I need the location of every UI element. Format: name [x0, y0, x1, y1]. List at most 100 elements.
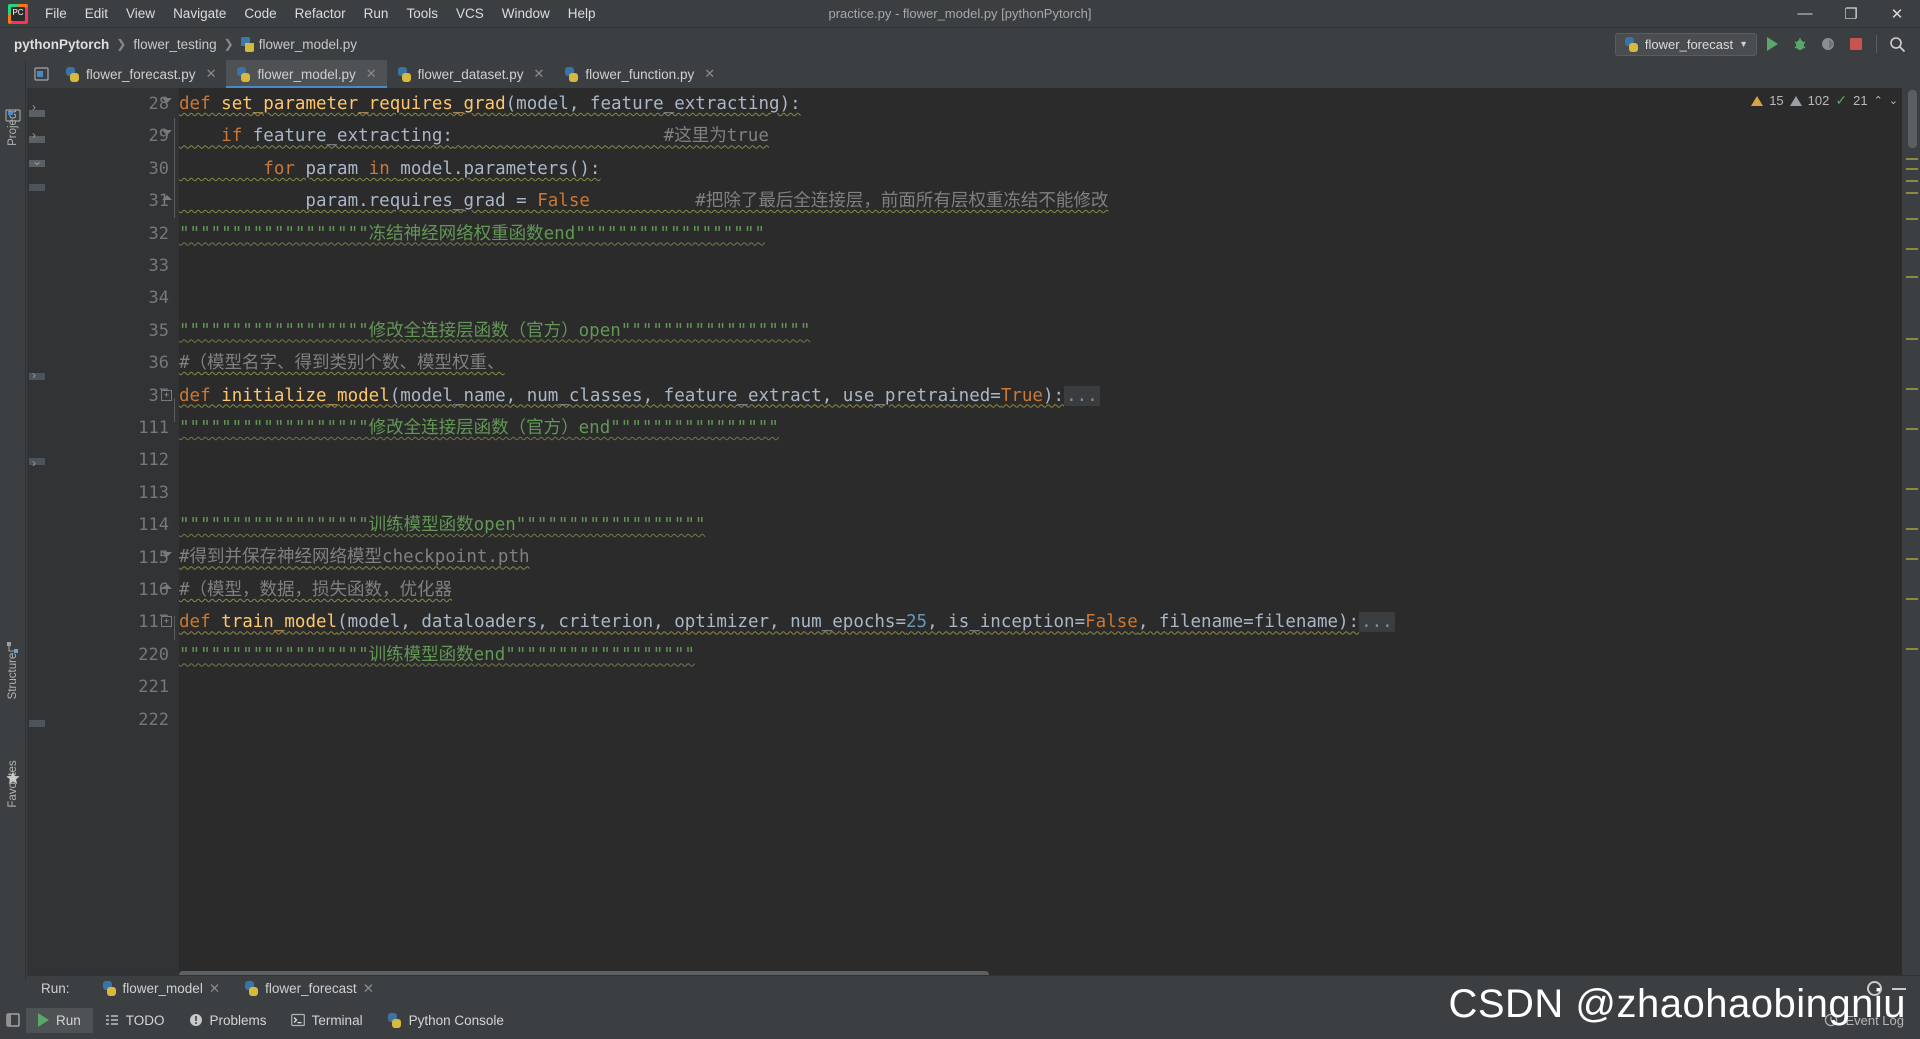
- python-icon: [236, 66, 251, 82]
- warning-marker[interactable]: [1906, 528, 1918, 530]
- editor-tab-flower-model[interactable]: flower_model.py ✕: [226, 60, 387, 88]
- code-editor[interactable]: › › ⌄ › › 28 29 30 31 32 33 34 35 36 37 +111 112 113…: [27, 88, 1920, 981]
- debug-button[interactable]: [1787, 31, 1813, 57]
- layout-toggle-button[interactable]: [0, 1012, 26, 1028]
- breadcrumb-folder[interactable]: flower_testing: [133, 37, 216, 52]
- warning-marker[interactable]: [1906, 218, 1918, 220]
- menu-item-view[interactable]: View: [117, 3, 164, 24]
- stop-button[interactable]: [1843, 31, 1869, 57]
- warning-marker[interactable]: [1906, 388, 1918, 390]
- chevron-right-icon[interactable]: ›: [32, 100, 36, 114]
- chevron-right-icon[interactable]: ›: [32, 128, 36, 142]
- menu-item-file[interactable]: File: [36, 3, 76, 24]
- warning-marker[interactable]: [1906, 338, 1918, 340]
- chevron-down-icon[interactable]: ⌄: [32, 154, 42, 168]
- status-button-terminal[interactable]: Terminal: [279, 1008, 375, 1033]
- editor-tab-close-icon[interactable]: ✕: [533, 66, 544, 82]
- editor-marker-bar[interactable]: [1902, 88, 1920, 981]
- run-tab-close-icon[interactable]: ✕: [209, 981, 220, 997]
- line-number: 113: [138, 482, 169, 503]
- warning-marker[interactable]: [1906, 158, 1918, 160]
- code-fold-marker[interactable]: +: [161, 616, 174, 629]
- editor-tab-close-icon[interactable]: ✕: [366, 66, 377, 82]
- chevron-right-icon[interactable]: ›: [32, 368, 36, 382]
- menu-item-edit[interactable]: Edit: [76, 3, 117, 24]
- warning-marker[interactable]: [1906, 168, 1918, 170]
- editor-tab-close-icon[interactable]: ✕: [704, 66, 715, 82]
- run-icon: [1766, 37, 1778, 51]
- menu-item-tools[interactable]: Tools: [397, 3, 447, 24]
- warning-marker[interactable]: [1906, 488, 1918, 490]
- line-number: 36: [148, 353, 169, 374]
- check-icon: ✓: [1835, 92, 1848, 108]
- menu-item-run[interactable]: Run: [355, 3, 398, 24]
- warning-marker[interactable]: [1906, 648, 1918, 650]
- toolbar-divider: [1876, 35, 1877, 53]
- stop-icon: [1850, 38, 1862, 50]
- run-button[interactable]: [1759, 31, 1785, 57]
- status-button-python-console[interactable]: Python Console: [375, 1008, 516, 1033]
- editor-tab-flower-dataset[interactable]: flower_dataset.py ✕: [387, 60, 555, 88]
- warning-marker[interactable]: [1906, 248, 1918, 250]
- code-token: True: [1000, 385, 1043, 406]
- maximize-button[interactable]: ❐: [1828, 0, 1874, 28]
- status-button-todo[interactable]: TODO: [93, 1008, 177, 1033]
- warning-marker[interactable]: [1906, 180, 1918, 182]
- code-line: """"""""""""""""""训练模型函数end"""""""""""""…: [179, 639, 1902, 671]
- menu-item-vcs[interactable]: VCS: [447, 3, 493, 24]
- code-fold-marker[interactable]: [161, 584, 174, 597]
- run-tab-close-icon[interactable]: ✕: [363, 981, 374, 997]
- editor-tab-flower-forecast[interactable]: flower_forecast.py ✕: [55, 60, 226, 88]
- editor-scrollbar-thumb[interactable]: [1908, 90, 1917, 148]
- code-fold-marker[interactable]: [161, 130, 174, 143]
- python-icon: [102, 981, 117, 996]
- editor-gutter[interactable]: 28 29 30 31 32 33 34 35 36 37 +111 112 113 114 115 116 1…: [49, 88, 179, 981]
- run-configuration-selector[interactable]: flower_forecast ▼: [1614, 32, 1757, 56]
- code-line: for param in model.parameters():: [179, 153, 1902, 185]
- code-token: """"""""""""""""""修改全连接层函数（官方）open""""""…: [179, 320, 811, 341]
- menu-item-help[interactable]: Help: [559, 3, 605, 24]
- warning-marker[interactable]: [1906, 428, 1918, 430]
- code-fold-marker[interactable]: [161, 551, 174, 565]
- code-line: #得到并保存神经网络模型checkpoint.pth: [179, 541, 1902, 573]
- code-fold-marker[interactable]: [161, 98, 174, 111]
- inspection-widget[interactable]: 15 102 ✓ 21 ⌃ ⌄: [1751, 92, 1898, 109]
- coverage-button[interactable]: [1815, 31, 1841, 57]
- status-button-run[interactable]: Run: [26, 1007, 93, 1033]
- code-fold-marker[interactable]: +: [161, 389, 174, 403]
- warning-marker[interactable]: [1906, 192, 1918, 194]
- run-tab-flower-model[interactable]: flower_model ✕: [92, 978, 231, 1000]
- breadcrumb-project[interactable]: pythonPytorch: [14, 37, 109, 52]
- fold-glyph: [162, 584, 172, 589]
- menu-item-navigate[interactable]: Navigate: [164, 3, 235, 24]
- status-button-label: Python Console: [408, 1012, 504, 1028]
- python-icon: [564, 66, 579, 82]
- editor-tab-close-icon[interactable]: ✕: [206, 66, 217, 82]
- warning-marker[interactable]: [1906, 598, 1918, 600]
- code-fold-marker[interactable]: [161, 195, 174, 208]
- menu-item-window[interactable]: Window: [493, 3, 559, 24]
- next-problem-icon[interactable]: ⌄: [1889, 94, 1898, 107]
- close-button[interactable]: ✕: [1874, 0, 1920, 28]
- search-everywhere-button[interactable]: [1884, 31, 1910, 57]
- chevron-right-icon[interactable]: ›: [32, 456, 36, 470]
- minimize-button[interactable]: —: [1782, 0, 1828, 28]
- warning-marker[interactable]: [1906, 276, 1918, 278]
- code-content[interactable]: def set_parameter_requires_grad(model, f…: [179, 88, 1902, 981]
- breadcrumb-file[interactable]: flower_model.py: [240, 36, 357, 52]
- menu-item-refactor[interactable]: Refactor: [286, 3, 355, 24]
- editor-tab-flower-function[interactable]: flower_function.py ✕: [554, 60, 725, 88]
- line-number: 111: [138, 418, 169, 438]
- code-token: (model, feature_extracting):: [505, 94, 801, 114]
- python-icon: [397, 66, 412, 82]
- previous-problem-icon[interactable]: ⌃: [1874, 94, 1883, 107]
- warning-marker[interactable]: [1906, 558, 1918, 560]
- run-tab-flower-forecast[interactable]: flower_forecast ✕: [234, 978, 384, 1004]
- status-button-problems[interactable]: Problems: [177, 1008, 279, 1033]
- menu-item-code[interactable]: Code: [235, 3, 285, 24]
